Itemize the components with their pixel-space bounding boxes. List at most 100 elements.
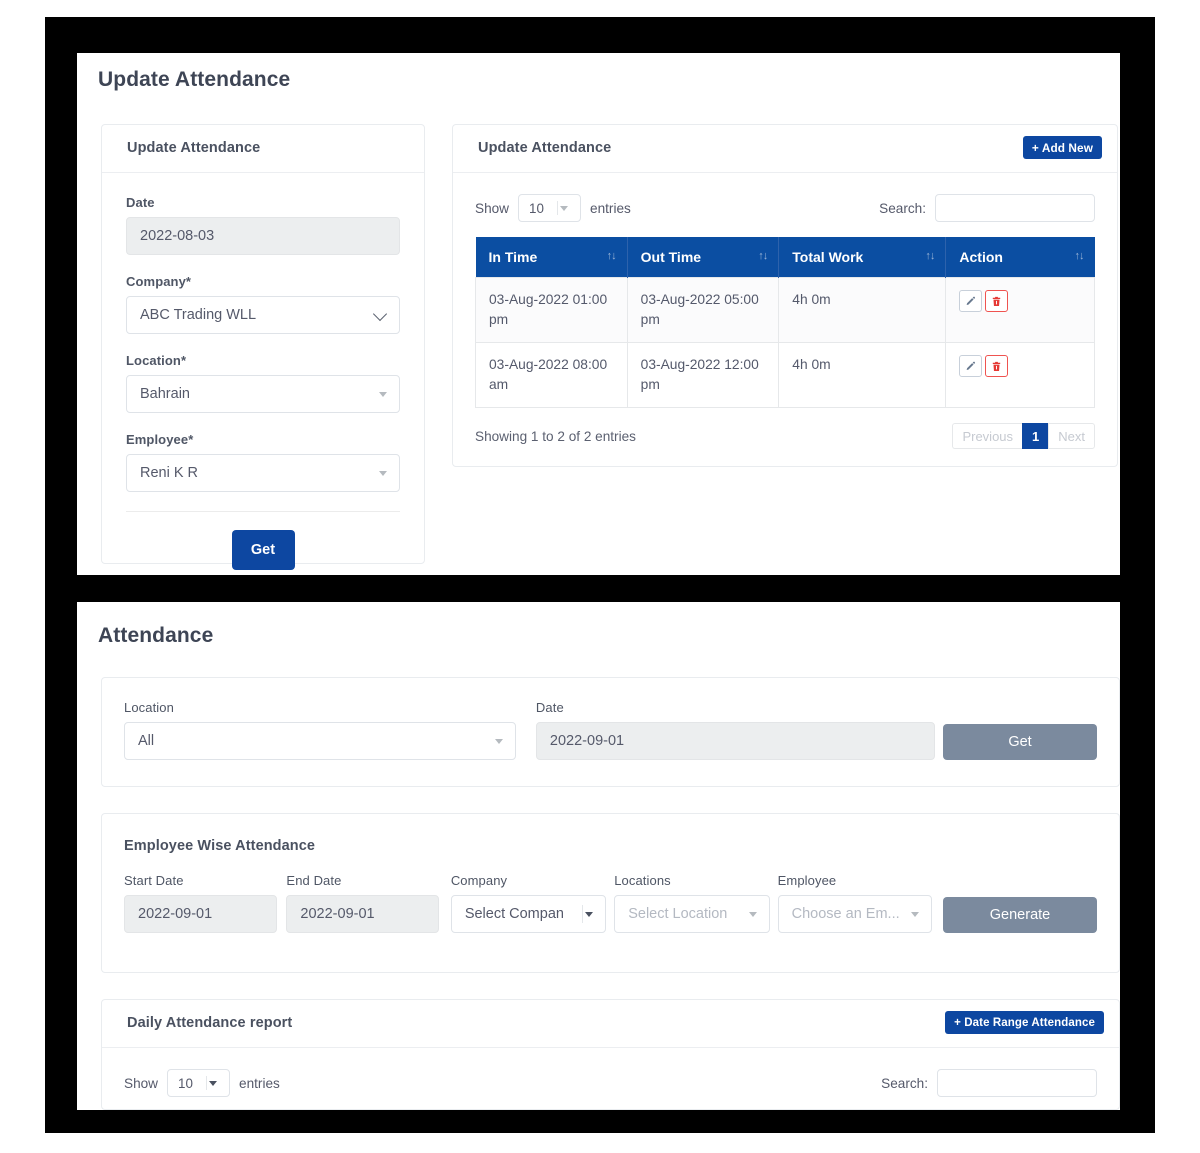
label-employee: Employee	[777, 873, 837, 888]
label-employee: Employee*	[126, 432, 194, 447]
delete-button[interactable]	[985, 355, 1009, 377]
filter-location-field: Location All	[124, 700, 516, 760]
pencil-icon	[967, 296, 976, 305]
update-attendance-form-panel: Update Attendance Date 2022-08-03 Compan…	[101, 124, 425, 570]
column-header-total-work[interactable]: Total Work ↑↓	[778, 237, 947, 278]
get-button[interactable]: Get	[943, 724, 1097, 760]
search-input[interactable]	[935, 194, 1095, 222]
edit-button[interactable]	[959, 355, 983, 377]
label-location: Location*	[126, 353, 187, 368]
label-company: Company	[450, 873, 508, 888]
sort-icon: ↑↓	[606, 250, 617, 262]
form-panel-header: Update Attendance	[102, 125, 424, 173]
form-panel-title: Update Attendance	[127, 140, 261, 156]
employee-select[interactable]: Reni K R	[126, 454, 400, 492]
table-panel-title: Update Attendance	[478, 140, 612, 156]
trash-icon	[993, 361, 1001, 371]
cell-total-work: 4h 0m	[778, 342, 947, 408]
date-input[interactable]: 2022-08-03	[126, 217, 400, 255]
column-header-action[interactable]: Action ↑↓	[945, 237, 1095, 278]
label-date: Date	[535, 700, 564, 715]
column-label: In Time	[488, 249, 538, 265]
label-start-date: Start Date	[124, 873, 184, 888]
pencil-icon	[967, 361, 976, 370]
edit-button[interactable]	[959, 290, 983, 312]
company-select[interactable]: Select Compan	[450, 895, 607, 933]
attendance-filter-panel: Location All Date 2022-09-01 Get	[101, 677, 1120, 787]
table-panel-header: Update Attendance + Add New	[453, 125, 1117, 173]
table-header-row: In Time ↑↓ Out Time ↑↓ Total Work ↑↓ Act…	[475, 237, 1095, 278]
cell-action	[945, 342, 1095, 408]
column-label: Action	[959, 249, 1003, 265]
end-date-input[interactable]: 2022-09-01	[286, 895, 439, 933]
locations-select[interactable]: Select Location	[614, 895, 770, 933]
select-separator	[582, 905, 584, 923]
daily-panel-title: Daily Attendance report	[127, 1015, 293, 1031]
company-select-value: Select Compan	[464, 906, 564, 922]
field-end-date: End Date 2022-09-01	[286, 873, 439, 933]
column-header-in-time[interactable]: In Time ↑↓	[475, 237, 628, 278]
sort-icon: ↑↓	[1074, 250, 1085, 262]
attendance-table: In Time ↑↓ Out Time ↑↓ Total Work ↑↓ Act…	[475, 237, 1095, 408]
employee-wise-title: Employee Wise Attendance	[124, 838, 316, 854]
page-length-control: Show 10 entries	[475, 194, 631, 222]
search-label: Search:	[879, 200, 926, 216]
sort-icon: ↑↓	[925, 250, 935, 262]
column-header-out-time[interactable]: Out Time ↑↓	[627, 237, 780, 278]
field-locations: Locations Select Location	[614, 873, 770, 933]
employee-select[interactable]: Choose an Em...	[777, 895, 933, 933]
pagination: Previous 1 Next	[952, 423, 1095, 449]
caret-down-icon	[494, 739, 503, 744]
filter-date-field: Date 2022-09-01	[535, 700, 936, 760]
caret-down-icon	[379, 392, 387, 397]
company-select[interactable]: ABC Trading WLL	[126, 296, 400, 334]
pagination-page-1[interactable]: 1	[1022, 423, 1049, 449]
page-length-select[interactable]: 10	[518, 194, 582, 222]
field-date: Date 2022-08-03	[126, 195, 400, 255]
generate-button[interactable]: Generate	[943, 897, 1097, 933]
caret-down-icon	[560, 206, 569, 211]
delete-button[interactable]	[985, 290, 1009, 312]
add-new-button[interactable]: + Add New	[1022, 136, 1102, 159]
location-select[interactable]: Bahrain	[126, 375, 400, 413]
show-label: Show	[475, 200, 510, 216]
search-input[interactable]	[937, 1069, 1097, 1097]
page-length-select[interactable]: 10	[167, 1069, 231, 1097]
table-row: 03-Aug-2022 08:00 am 03-Aug-2022 12:00 p…	[475, 342, 1095, 408]
daily-attendance-report-panel: Daily Attendance report + Date Range Att…	[101, 999, 1120, 1110]
start-date-input[interactable]: 2022-09-01	[124, 895, 277, 933]
table-info: Showing 1 to 2 of 2 entries	[475, 428, 636, 444]
label-company: Company*	[126, 274, 192, 289]
caret-down-icon	[748, 912, 757, 917]
field-employee: Employee* Reni K R	[126, 432, 400, 492]
daily-panel-header: Daily Attendance report + Date Range Att…	[102, 1000, 1119, 1048]
location-select[interactable]: All	[124, 722, 516, 760]
field-employee: Employee Choose an Em...	[777, 873, 933, 933]
form-body: Date 2022-08-03 Company* ABC Trading WLL…	[102, 173, 424, 570]
caret-down-icon	[585, 912, 594, 917]
cell-action	[945, 277, 1095, 343]
page-length-value: 10	[529, 200, 544, 216]
page-length-value: 10	[178, 1075, 193, 1091]
caret-down-icon	[209, 1081, 218, 1086]
entries-label: entries	[239, 1075, 280, 1091]
show-label: Show	[124, 1075, 159, 1091]
table-body: Show 10 entries Search: In Time ↑↓ Out T…	[453, 173, 1117, 455]
pagination-next[interactable]: Next	[1048, 423, 1095, 449]
datatable-controls: Show 10 entries Search:	[124, 1067, 1097, 1099]
field-start-date: Start Date 2022-09-01	[124, 873, 277, 933]
get-button[interactable]: Get	[231, 530, 295, 570]
label-end-date: End Date	[286, 873, 342, 888]
sort-icon: ↑↓	[758, 250, 768, 262]
table-head: In Time ↑↓ Out Time ↑↓ Total Work ↑↓ Act…	[475, 237, 1095, 278]
filter-get-wrap: Get	[943, 724, 1097, 760]
employee-select-value: Choose an Em...	[791, 906, 900, 922]
select-separator	[206, 1076, 208, 1090]
cell-total-work: 4h 0m	[778, 277, 947, 343]
label-location: Location	[124, 700, 174, 715]
generate-wrap: Generate	[943, 897, 1097, 933]
date-range-attendance-button[interactable]: + Date Range Attendance	[945, 1011, 1104, 1034]
pagination-previous[interactable]: Previous	[952, 423, 1023, 449]
company-select-value: ABC Trading WLL	[140, 307, 257, 323]
date-input[interactable]: 2022-09-01	[535, 722, 936, 760]
